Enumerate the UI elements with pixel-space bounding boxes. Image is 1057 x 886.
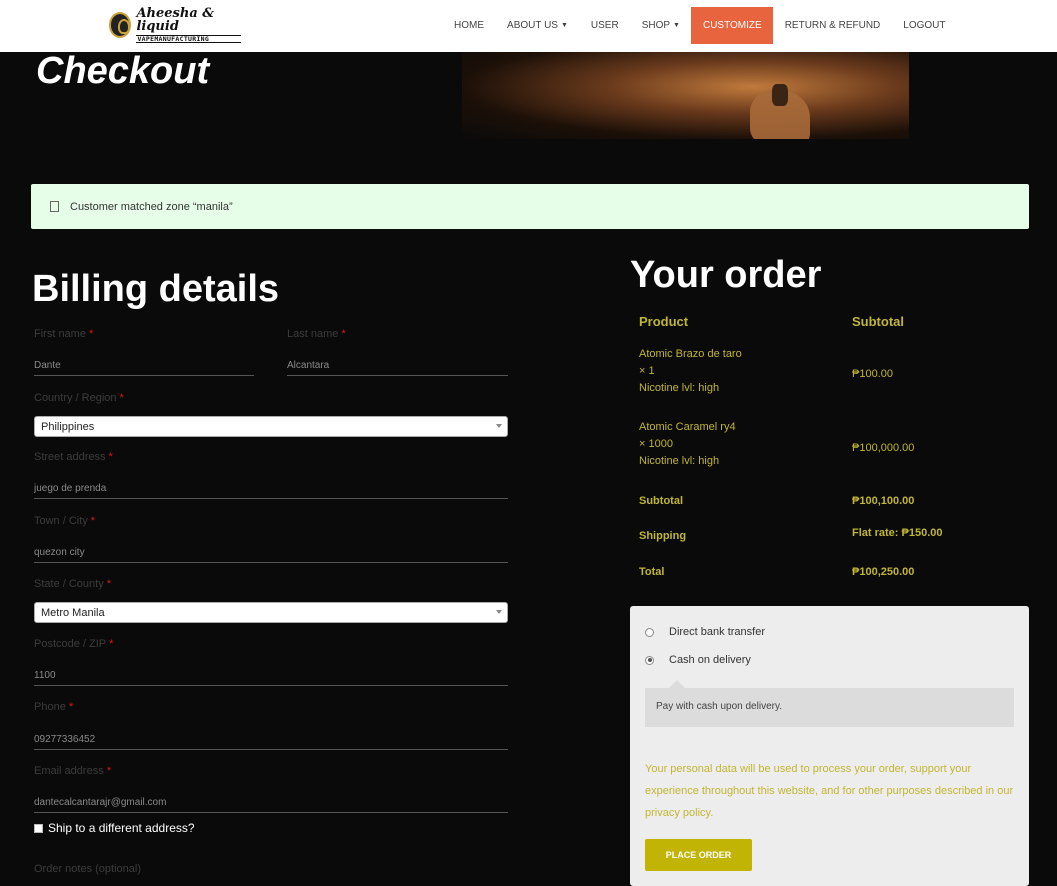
street-address-field[interactable]: juego de prenda (34, 479, 508, 499)
logo-name: Aheesha & liquid (136, 5, 215, 34)
place-order-button[interactable]: PLACE ORDER (645, 839, 752, 871)
email-label: Email address * (34, 765, 111, 777)
postcode-field[interactable]: 1100 (34, 666, 508, 686)
last-name-label: Last name * (287, 328, 346, 340)
email-field[interactable]: dantecalcantarajr@gmail.com (34, 793, 508, 813)
payment-option-cod[interactable]: Cash on delivery (645, 654, 751, 666)
item-name: Atomic Caramel ry4 (639, 421, 736, 433)
shipping-value: Flat rate: ₱150.00 (852, 527, 943, 539)
shipping-label: Shipping (639, 530, 687, 542)
item-qty: × 1000 (639, 438, 673, 450)
top-navbar: Aheesha & liquid VAPEMANUFACTURING HOME … (0, 0, 1057, 52)
phone-label: Phone * (34, 701, 74, 713)
order-item: Atomic Brazo de taro × 1 Nicotine lvl: h… (639, 346, 742, 397)
col-subtotal: Subtotal (852, 314, 904, 329)
caret-down-icon: ▼ (560, 22, 568, 29)
payment-panel: Direct bank transfer Cash on delivery Pa… (630, 606, 1029, 886)
order-title: Your order (630, 254, 822, 296)
item-meta: Nicotine lvl: high (639, 382, 720, 394)
subtotal-value: ₱100,100.00 (852, 495, 915, 507)
order-item: Atomic Caramel ry4 × 1000 Nicotine lvl: … (639, 419, 736, 470)
logo-emblem-icon (109, 12, 132, 38)
nav-customize[interactable]: CUSTOMIZE (691, 7, 774, 44)
last-name-field[interactable]: Alcantara (287, 356, 508, 376)
ship-different-checkbox[interactable] (34, 823, 43, 833)
main-nav: HOME ABOUT US ▼ USER SHOP ▼ CUSTOMIZE RETU… (443, 7, 957, 44)
order-notes-label: Order notes (optional) (34, 863, 141, 875)
nav-return-refund[interactable]: RETURN & REFUND (773, 7, 892, 44)
town-label: Town / City * (34, 515, 96, 527)
info-icon (50, 201, 59, 212)
chevron-down-icon (496, 424, 502, 428)
country-select[interactable]: Philippines (34, 416, 508, 437)
nav-home[interactable]: HOME (443, 7, 496, 44)
cod-radio[interactable] (645, 655, 654, 665)
street-label: Street address * (34, 451, 113, 463)
nav-user[interactable]: USER (579, 7, 630, 44)
phone-field[interactable]: 09277336452 (34, 730, 508, 750)
item-subtotal: ₱100.00 (852, 368, 893, 380)
town-field[interactable]: quezon city (34, 543, 508, 563)
first-name-field[interactable]: Dante (34, 356, 254, 376)
bank-transfer-radio[interactable] (645, 627, 654, 637)
first-name-label: First name * (34, 328, 94, 340)
payment-option-bank[interactable]: Direct bank transfer (645, 626, 765, 638)
item-name: Atomic Brazo de taro (639, 348, 742, 360)
logo-tagline: VAPEMANUFACTURING (136, 34, 241, 44)
total-value: ₱100,250.00 (852, 566, 915, 578)
billing-title: Billing details (32, 268, 280, 310)
notice-text: Customer matched zone “manila” (70, 200, 233, 213)
state-label: State / County * (34, 578, 111, 590)
privacy-notice: Your personal data will be used to proce… (645, 763, 1014, 819)
hero-image (462, 52, 909, 139)
country-label: Country / Region * (34, 392, 124, 404)
col-product: Product (639, 314, 689, 329)
caret-down-icon: ▼ (673, 22, 680, 29)
cod-description: Pay with cash upon delivery. (645, 680, 1014, 727)
subtotal-label: Subtotal (639, 495, 683, 507)
item-meta: Nicotine lvl: high (639, 455, 720, 467)
zone-notice: Customer matched zone “manila” (31, 184, 1029, 229)
ship-different-address[interactable]: Ship to a different address? (34, 821, 195, 835)
postcode-label: Postcode / ZIP * (34, 638, 114, 650)
nav-shop[interactable]: SHOP ▼ (630, 7, 691, 44)
state-select[interactable]: Metro Manila (34, 602, 508, 623)
nav-logout[interactable]: LOGOUT (892, 7, 957, 44)
total-label: Total (639, 566, 665, 578)
item-qty: × 1 (639, 365, 655, 377)
item-subtotal: ₱100,000.00 (852, 442, 915, 454)
site-logo[interactable]: Aheesha & liquid VAPEMANUFACTURING (109, 5, 241, 44)
chevron-down-icon (496, 610, 502, 614)
page-title: Checkout (36, 50, 210, 92)
nav-about-us[interactable]: ABOUT US ▼ (496, 7, 580, 44)
